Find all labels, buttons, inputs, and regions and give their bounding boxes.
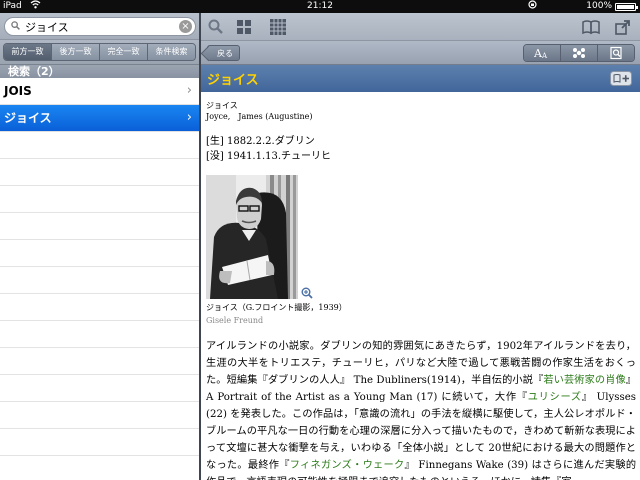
article-content: ジョイス Joyce, James (Augustine) [生] 1882.2… [201, 92, 640, 480]
search-page-button[interactable] [597, 45, 634, 61]
clear-search-icon[interactable]: × [179, 20, 192, 33]
search-mode-bar: 前方一致 後方一致 完全一致 条件検索 [0, 40, 199, 65]
font-size-button[interactable]: AA [524, 45, 560, 61]
mode-advanced-button[interactable]: 条件検索 [147, 44, 195, 60]
chevron-right-icon: › [186, 110, 192, 125]
photo-credit: Gisele Freund [206, 316, 264, 325]
result-label: ジョイス [4, 111, 52, 125]
battery-icon [615, 3, 638, 11]
empty-row [0, 375, 199, 402]
search-icon [11, 21, 20, 30]
book-icon[interactable] [581, 18, 601, 36]
empty-row [0, 159, 199, 186]
settings-icon [573, 48, 585, 58]
font-size-icon: AA [534, 47, 548, 59]
empty-row [0, 429, 199, 456]
link-ulysses[interactable]: ユリシーズ [528, 392, 582, 403]
navigation-bar: 戻る AA [201, 41, 640, 65]
empty-row [0, 456, 199, 480]
empty-row [0, 186, 199, 213]
empty-row [0, 321, 199, 348]
grid-small-icon[interactable] [269, 18, 287, 36]
clock: 21:12 [307, 1, 333, 11]
empty-row [0, 240, 199, 267]
grid-large-icon[interactable] [235, 18, 253, 36]
mode-suffix-button[interactable]: 後方一致 [51, 44, 99, 60]
article-body: アイルランドの小説家。ダブリンの知的雰囲気にあきたらず，1902年アイルランドを… [206, 338, 636, 480]
heading-kana: ジョイス [206, 101, 238, 110]
portrait-photo[interactable] [206, 175, 298, 299]
result-row-joyce[interactable]: ジョイス › [0, 105, 199, 132]
zoom-in-icon[interactable] [301, 287, 313, 299]
birth-info: [生] 1882.2.2.ダブリン [206, 136, 315, 147]
link-portrait-of-the-artist[interactable]: 若い芸術家の肖像 [543, 375, 625, 386]
search-sidebar: × 前方一致 後方一致 完全一致 条件検索 検索（2） JOIS › ジョイス … [0, 13, 199, 480]
search-field[interactable]: × [4, 17, 196, 36]
status-bar: iPad 21:12 100% [0, 0, 640, 13]
death-info: [没] 1941.1.13.チューリヒ [206, 151, 332, 162]
empty-row [0, 213, 199, 240]
heading-english: Joyce, James (Augustine) [206, 112, 313, 121]
results-section-header: 検索（2） [0, 65, 199, 78]
rotation-lock-icon [528, 0, 537, 13]
add-bookmark-icon[interactable] [610, 71, 632, 86]
entry-pane: 戻る AA ジョイス ジョイス Joyce, James (Augustine)… [201, 13, 640, 480]
back-label: 戻る [217, 49, 233, 58]
search-icon[interactable] [207, 18, 225, 36]
battery-percent: 100% [586, 1, 612, 11]
top-toolbar [201, 13, 640, 41]
empty-row [0, 132, 199, 159]
photo-container [206, 175, 313, 299]
empty-row [0, 348, 199, 375]
mode-prefix-button[interactable]: 前方一致 [4, 44, 51, 60]
share-icon[interactable] [614, 18, 632, 36]
back-button[interactable]: 戻る [207, 45, 240, 61]
empty-row [0, 294, 199, 321]
empty-row [0, 402, 199, 429]
entry-title: ジョイス [207, 73, 259, 88]
search-input[interactable] [25, 19, 175, 34]
search-bar: × [0, 13, 199, 40]
photo-caption: ジョイス（G.フロイント撮影，1939） [206, 303, 347, 312]
empty-row [0, 267, 199, 294]
mode-exact-button[interactable]: 完全一致 [99, 44, 147, 60]
entry-title-bar: ジョイス [201, 65, 640, 92]
settings-button[interactable] [560, 45, 597, 61]
link-finnegans-wake[interactable]: フィネガンズ・ウェーク [290, 460, 405, 471]
search-page-icon [610, 46, 622, 60]
svg-text:A: A [541, 52, 548, 59]
result-label: JOIS [4, 84, 32, 98]
chevron-right-icon: › [186, 83, 192, 98]
result-row-jois[interactable]: JOIS › [0, 78, 199, 105]
view-options-segmented-control: AA [523, 44, 635, 62]
search-mode-segmented-control: 前方一致 後方一致 完全一致 条件検索 [3, 43, 196, 61]
